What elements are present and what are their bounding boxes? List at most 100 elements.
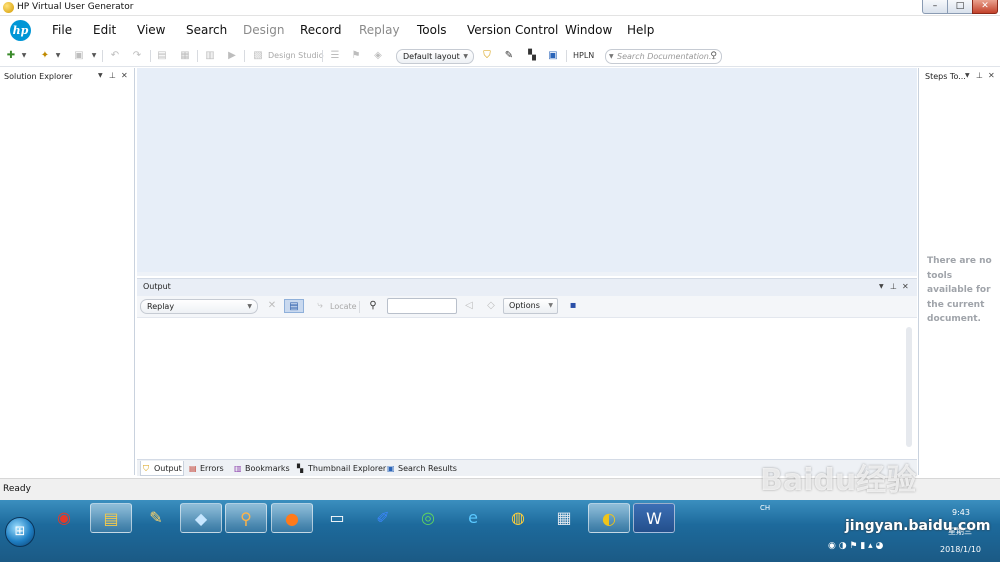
tab-thumbnail-label: Thumbnail Explorer [308,464,387,473]
runtime-settings-icon[interactable]: ▦ [178,49,192,63]
word-icon[interactable]: W [633,503,675,533]
window-icon[interactable]: ▣ [546,49,560,63]
chevron-down-icon[interactable]: ▼ [54,49,62,63]
menu-help[interactable]: Help [627,23,654,37]
close-icon[interactable]: ✕ [121,71,128,80]
output-header: Output ▼ ⊥ ✕ [137,279,917,296]
open-icon[interactable]: ✦ [38,49,52,63]
menu-tools[interactable]: Tools [417,23,447,37]
search-icon[interactable]: ⚲ [710,50,717,63]
paint-icon[interactable]: ✎ [135,503,177,533]
layout-select[interactable]: Default layout ▼ [396,49,474,64]
start-button[interactable]: ⊞ [5,517,35,547]
clock-time[interactable]: 9:43 [952,508,970,517]
chevron-down-icon: ▼ [247,303,252,310]
pin-icon[interactable]: ⊥ [890,282,897,291]
close-button[interactable]: ✕ [972,0,998,14]
toolbar-separator [244,50,245,62]
tab-bookmarks[interactable]: ▥ Bookmarks [232,461,290,476]
calculator-icon[interactable]: ▦ [543,503,585,533]
new-solution-icon[interactable]: ✚ [4,49,18,63]
file-explorer-icon[interactable]: ▤ [90,503,132,533]
chrome-icon[interactable]: ◍ [497,503,539,533]
maximize-button[interactable]: □ [947,0,973,14]
app-window: HP Virtual User Generator – □ ✕ hp File … [0,0,1000,500]
menu-replay[interactable]: Replay [359,23,400,37]
search-tool-icon[interactable]: ⚲ [225,503,267,533]
firefox-icon[interactable]: ● [271,503,313,533]
tab-thumbnail-explorer[interactable]: ▚ Thumbnail Explorer [295,461,386,476]
menu-window[interactable]: Window [565,23,612,37]
close-icon[interactable]: ✕ [988,71,995,80]
tab-bookmarks-label: Bookmarks [245,464,290,473]
compile-icon[interactable]: ▥ [203,49,217,63]
toolbar-separator [150,50,151,62]
output-text-area[interactable] [137,319,917,459]
vugen-task-icon[interactable]: ◐ [588,503,630,533]
output-search-input[interactable] [387,298,457,314]
menu-record[interactable]: Record [300,23,341,37]
chevron-down-icon[interactable]: ▼ [965,72,970,79]
minimize-button[interactable]: – [922,0,948,14]
app-red-icon[interactable]: ◉ [43,503,85,533]
tab-errors[interactable]: ▤ Errors [187,461,227,476]
app-icon [3,2,14,13]
locate-button[interactable]: Locate [330,302,357,311]
undo-icon[interactable]: ↶ [108,49,122,63]
hpln-button[interactable]: HPLN [573,51,594,60]
run-icon[interactable]: ▶ [225,49,239,63]
remote-desktop-icon[interactable]: ▭ [316,503,358,533]
flag-icon[interactable]: ⚑ [349,49,363,63]
output-filter-select[interactable]: Replay ▼ [140,299,258,314]
toolbar-separator [197,50,198,62]
grid-icon[interactable]: ▚ [525,49,539,63]
redo-icon[interactable]: ↷ [130,49,144,63]
wrap-icon[interactable]: ▤ [284,299,304,313]
sync-icon[interactable]: ◈ [371,49,385,63]
toolbar-separator [102,50,103,62]
find-previous-icon[interactable]: ◁ [463,299,475,313]
output-scrollbar[interactable] [906,327,912,447]
splitter[interactable] [137,272,917,276]
design-studio-button[interactable]: Design Studio [268,51,324,60]
document-area [137,68,917,272]
sync-app-icon[interactable]: ◎ [407,503,449,533]
chevron-down-icon[interactable]: ▼ [20,49,28,63]
chevron-down-icon[interactable]: ▼ [98,72,103,79]
documentation-search[interactable]: ▼ Search Documentation... ⚲ [605,49,722,64]
app-window-icon[interactable]: ◆ [180,503,222,533]
clear-icon[interactable]: ✕ [265,299,279,313]
tab-search-results[interactable]: ▣ Search Results [385,461,457,476]
shield-icon[interactable]: ⛉ [480,49,494,63]
options-button[interactable]: Options ▼ [503,298,558,314]
internet-explorer-icon[interactable]: e [452,503,494,533]
chevron-down-icon[interactable]: ▼ [879,283,884,290]
options-label: Options [509,301,540,310]
notification-icons[interactable]: ◉ ◑ ⚑ ▮ ▴ ◕ [828,541,883,551]
watermark-url: jingyan.baidu.com [845,518,991,534]
record-script-icon[interactable]: ▤ [155,49,169,63]
hp-logo: hp [10,20,31,41]
tray-language[interactable]: CH [760,504,770,512]
locate-icon: ⤷ [317,300,323,311]
menu-file[interactable]: File [52,23,72,37]
menu-version-control[interactable]: Version Control [467,23,558,37]
editor-icon[interactable]: ✐ [362,503,404,533]
save-output-icon[interactable]: ▪ [566,299,580,313]
menu-design[interactable]: Design [243,23,284,37]
solution-explorer-pane: Solution Explorer ▼ ⊥ ✕ [0,68,135,475]
menu-view[interactable]: View [137,23,165,37]
tab-output[interactable]: ⛉ Output [140,461,184,476]
save-icon[interactable]: ▣ [72,49,86,63]
chevron-down-icon[interactable]: ▼ [90,49,98,63]
brush-icon[interactable]: ✎ [502,49,516,63]
find-next-icon[interactable]: ◇ [485,299,497,313]
menu-edit[interactable]: Edit [93,23,116,37]
pin-icon[interactable]: ⊥ [109,71,116,80]
tab-errors-label: Errors [200,464,224,473]
menu-search[interactable]: Search [186,23,227,37]
close-icon[interactable]: ✕ [902,282,909,291]
align-icon[interactable]: ☰ [328,49,342,63]
pin-icon[interactable]: ⊥ [976,71,983,80]
tab-search-results-label: Search Results [398,464,457,473]
